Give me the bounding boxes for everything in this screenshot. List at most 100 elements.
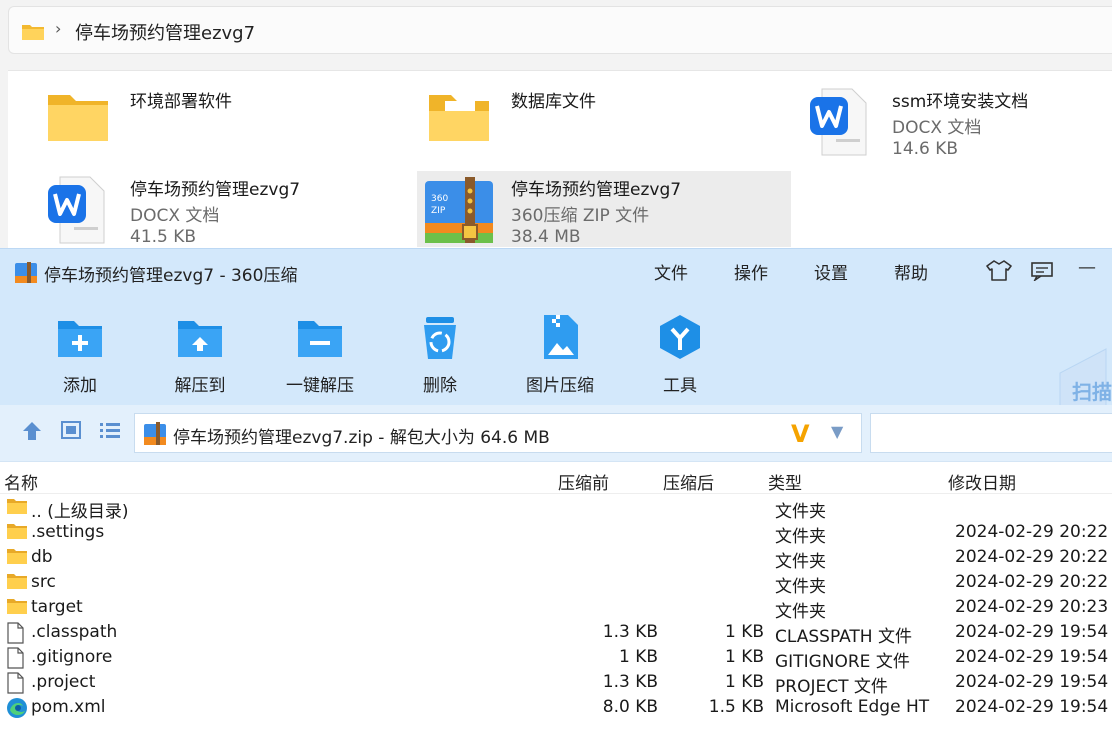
table-row[interactable]: .gitignore 1 KB 1 KB GITIGNORE 文件 2024-02-29… xyxy=(0,645,1112,672)
file-tile[interactable]: 数据库文件 xyxy=(397,83,771,159)
file-tile[interactable]: 停车场预约管理ezvg7 DOCX 文档 41.5 KB xyxy=(16,171,390,247)
file-type: 文件夹 xyxy=(775,552,826,572)
one-click-extract-label: 一键解压 xyxy=(286,376,354,396)
table-row[interactable]: .classpath 1.3 KB 1 KB CLASSPATH 文件 2024-02-… xyxy=(0,620,1112,647)
column-type-header[interactable]: 类型 xyxy=(768,469,802,494)
file-name: .gitignore xyxy=(31,647,113,667)
file-type: PROJECT 文件 xyxy=(775,677,888,697)
folder-icon xyxy=(6,547,28,569)
table-row[interactable]: src 文件夹 2024-02-29 20:22 xyxy=(0,570,1112,597)
toolbar: 添加 解压到 一键解压 删除 图片压缩 工具 扫描 xyxy=(0,293,1112,434)
zip-360-icon xyxy=(144,422,166,445)
table-row[interactable]: pom.xml 8.0 KB 1.5 KB Microsoft Edge HT 2024… xyxy=(0,695,1112,720)
menu-file[interactable]: 文件 xyxy=(654,259,688,284)
navigation-bar: 停车场预约管理ezvg7.zip - 解包大小为 64.6 MB V ▼ xyxy=(0,405,1112,462)
table-row[interactable]: target 文件夹 2024-02-29 20:23 xyxy=(0,595,1112,622)
scan-label: 扫描 xyxy=(1072,380,1112,404)
modified-date: 2024-02-29 19:54 xyxy=(955,622,1109,642)
breadcrumb[interactable]: 停车场预约管理ezvg7 xyxy=(75,19,255,45)
modified-date: 2024-02-29 20:22 xyxy=(955,547,1109,567)
folder-icon xyxy=(6,597,28,619)
file-tile-selected[interactable]: 360 ZIP 停车场预约管理ezvg7 360压缩 ZIP 文件 38.4 M… xyxy=(417,171,791,247)
edge-icon xyxy=(6,697,28,723)
tools-button[interactable]: 工具 xyxy=(625,309,735,399)
column-date-header[interactable]: 修改日期 xyxy=(948,469,1016,494)
modified-date: 2024-02-29 19:54 xyxy=(955,672,1109,692)
svg-text:ZIP: ZIP xyxy=(431,206,446,216)
zip-360-icon: 360 ZIP xyxy=(425,177,493,243)
table-row[interactable]: .. (上级目录) 文件夹 xyxy=(0,495,1112,522)
one-click-extract-button[interactable]: 一键解压 xyxy=(265,309,375,399)
table-row[interactable]: .settings 文件夹 2024-02-29 20:22 xyxy=(0,520,1112,547)
file-name: .settings xyxy=(31,522,105,542)
folder-icon xyxy=(48,95,108,141)
add-button[interactable]: 添加 xyxy=(25,309,135,399)
address-bar[interactable]: › 停车场预约管理ezvg7 xyxy=(8,6,1112,54)
file-size: 38.4 MB xyxy=(511,227,581,247)
column-name-header[interactable]: 名称 xyxy=(4,469,38,494)
file-tiles-area: 环境部署软件 数据库文件 ssm环境安装文档 DOCX 文档 14.6 KB 停… xyxy=(8,70,1112,261)
file-name: src xyxy=(31,572,56,592)
menu-settings[interactable]: 设置 xyxy=(814,259,848,284)
file-type: CLASSPATH 文件 xyxy=(775,627,912,647)
menu-help[interactable]: 帮助 xyxy=(894,259,928,284)
column-after-header[interactable]: 压缩后 xyxy=(663,469,714,494)
file-size: 14.6 KB xyxy=(892,139,959,159)
tools-icon xyxy=(660,315,700,359)
modified-date: 2024-02-29 20:22 xyxy=(955,522,1109,542)
modified-date: 2024-02-29 20:22 xyxy=(955,572,1109,592)
folder-icon xyxy=(6,497,28,519)
title-bar[interactable]: 停车场预约管理ezvg7 - 360压缩 文件 操作 设置 帮助 — xyxy=(0,249,1112,293)
modified-date: 2024-02-29 19:54 xyxy=(955,647,1109,667)
list-view-icon[interactable] xyxy=(98,419,122,441)
table-row[interactable]: .project 1.3 KB 1 KB PROJECT 文件 2024-02-29 1… xyxy=(0,670,1112,697)
add-folder-icon xyxy=(58,321,102,357)
file-name: db xyxy=(31,547,53,567)
file-type: 文件夹 xyxy=(775,502,826,522)
compressed-before: 1.3 KB xyxy=(602,672,658,692)
thumbnail-view-icon[interactable] xyxy=(60,419,82,441)
zip-360-icon xyxy=(15,262,37,283)
folder-icon xyxy=(6,572,28,594)
archive-path-text: 停车场预约管理ezvg7.zip - 解包大小为 64.6 MB xyxy=(173,428,550,448)
image-compress-button[interactable]: 图片压缩 xyxy=(505,309,615,399)
minimize-button[interactable]: — xyxy=(1078,257,1096,278)
compressed-after: 1 KB xyxy=(724,622,764,642)
wps-doc-icon xyxy=(810,88,867,156)
file-name: .project xyxy=(31,672,96,692)
file-name: 停车场预约管理ezvg7 xyxy=(130,180,301,200)
chevron-right-icon: › xyxy=(55,19,62,38)
folder-open-icon xyxy=(429,95,489,141)
file-tile[interactable]: 环境部署软件 xyxy=(16,83,390,159)
search-input[interactable] xyxy=(870,413,1112,453)
compressed-before: 8.0 KB xyxy=(602,697,658,717)
file-name: ssm环境安装文档 xyxy=(892,92,1029,112)
v-badge-icon[interactable]: V xyxy=(791,420,810,448)
compressed-before: 1 KB xyxy=(618,647,658,667)
message-icon[interactable] xyxy=(1030,261,1054,281)
recycle-delete-icon xyxy=(424,317,456,359)
add-label: 添加 xyxy=(63,376,97,396)
folder-icon xyxy=(6,522,28,544)
file-type: GITIGNORE 文件 xyxy=(775,652,910,672)
file-tile[interactable]: ssm环境安装文档 DOCX 文档 14.6 KB xyxy=(778,83,1112,159)
file-type: 文件夹 xyxy=(775,577,826,597)
file-explorer: › 停车场预约管理ezvg7 环境部署软件 数据库文件 ssm环境安装文档 DO… xyxy=(0,0,1112,261)
column-before-header[interactable]: 压缩前 xyxy=(558,469,609,494)
file-name: .. (上级目录) xyxy=(31,502,129,522)
path-dropdown-icon[interactable]: ▼ xyxy=(831,422,843,441)
file-name: pom.xml xyxy=(31,697,106,717)
modified-date: 2024-02-29 20:23 xyxy=(955,597,1109,617)
up-arrow-icon[interactable] xyxy=(20,419,44,443)
extract-to-button[interactable]: 解压到 xyxy=(145,309,255,399)
archive-path-box[interactable]: 停车场预约管理ezvg7.zip - 解包大小为 64.6 MB V ▼ xyxy=(134,413,862,453)
file-type: 文件夹 xyxy=(775,527,826,547)
table-row[interactable]: db 文件夹 2024-02-29 20:22 xyxy=(0,545,1112,572)
menu-operation[interactable]: 操作 xyxy=(734,259,768,284)
compressed-after: 1 KB xyxy=(724,672,764,692)
zip-window: 停车场预约管理ezvg7 - 360压缩 文件 操作 设置 帮助 — 添加 解压… xyxy=(0,248,1112,744)
delete-label: 删除 xyxy=(423,376,457,396)
file-name: 停车场预约管理ezvg7 xyxy=(511,180,682,200)
delete-button[interactable]: 删除 xyxy=(385,309,495,399)
skin-shirt-icon[interactable] xyxy=(986,259,1012,281)
